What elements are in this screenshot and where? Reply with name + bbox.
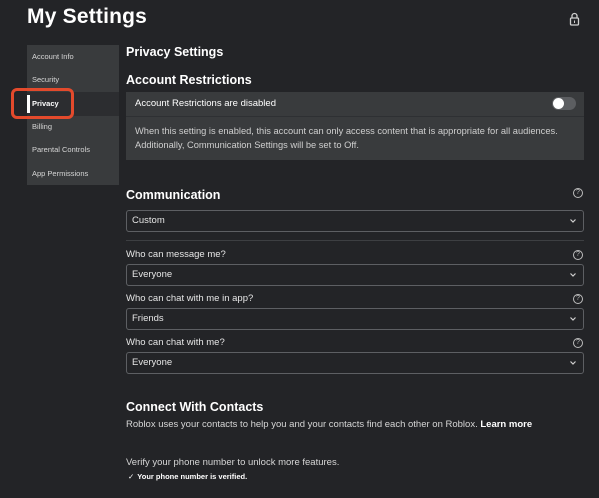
- chevron-down-icon: [570, 273, 576, 277]
- who-can-message-label: Who can message me?: [126, 249, 226, 260]
- connect-contacts-title: Connect With Contacts: [126, 400, 264, 414]
- check-icon: ✓: [128, 472, 135, 481]
- who-can-chat-label: Who can chat with me?: [126, 337, 225, 348]
- chevron-down-icon: [570, 361, 576, 365]
- who-can-message-help-icon[interactable]: ?: [573, 250, 583, 260]
- account-restrictions-description: When this setting is enabled, this accou…: [135, 126, 558, 150]
- account-restrictions-panel: Account Restrictions are disabled When t…: [126, 92, 584, 160]
- page-title: My Settings: [27, 5, 148, 28]
- who-can-chat-in-app-select[interactable]: Friends: [126, 308, 584, 330]
- communication-title: Communication: [126, 188, 221, 202]
- who-can-chat-value: Everyone: [132, 357, 173, 368]
- who-can-message-value: Everyone: [132, 269, 173, 280]
- sidebar-item-parental-controls[interactable]: Parental Controls: [27, 138, 119, 162]
- communication-help-icon[interactable]: ?: [573, 188, 583, 198]
- sidebar-item-app-permissions[interactable]: App Permissions: [27, 162, 119, 186]
- sidebar-item-account-info[interactable]: Account Info: [27, 45, 119, 69]
- chevron-down-icon: [570, 317, 576, 321]
- who-can-chat-in-app-help-icon[interactable]: ?: [573, 294, 583, 304]
- connect-contacts-description: Roblox uses your contacts to help you an…: [126, 418, 576, 432]
- who-can-chat-in-app-value: Friends: [132, 313, 164, 324]
- who-can-message-select[interactable]: Everyone: [126, 264, 584, 286]
- toggle-knob: [553, 98, 564, 109]
- account-restrictions-label: Account Restrictions are disabled: [135, 98, 276, 109]
- learn-more-link[interactable]: Learn more: [480, 419, 532, 430]
- panel-divider: [126, 116, 584, 117]
- phone-verified-text: Your phone number is verified.: [137, 472, 248, 481]
- settings-page: My Settings Account Info Security Privac…: [0, 0, 599, 498]
- chevron-down-icon: [570, 219, 576, 223]
- who-can-chat-select[interactable]: Everyone: [126, 352, 584, 374]
- privacy-highlight-annotation: [11, 88, 74, 119]
- section-divider: [126, 240, 584, 241]
- privacy-settings-title: Privacy Settings: [126, 45, 224, 59]
- phone-verified-status: ✓ Your phone number is verified.: [128, 472, 247, 481]
- communication-preset-value: Custom: [132, 215, 165, 226]
- verify-phone-text: Verify your phone number to unlock more …: [126, 457, 340, 468]
- contacts-description-text: Roblox uses your contacts to help you an…: [126, 419, 478, 430]
- account-restrictions-title: Account Restrictions: [126, 73, 252, 87]
- lock-icon[interactable]: [569, 12, 580, 26]
- communication-preset-select[interactable]: Custom: [126, 210, 584, 232]
- account-restrictions-toggle[interactable]: [552, 97, 576, 110]
- who-can-chat-help-icon[interactable]: ?: [573, 338, 583, 348]
- who-can-chat-in-app-label: Who can chat with me in app?: [126, 293, 254, 304]
